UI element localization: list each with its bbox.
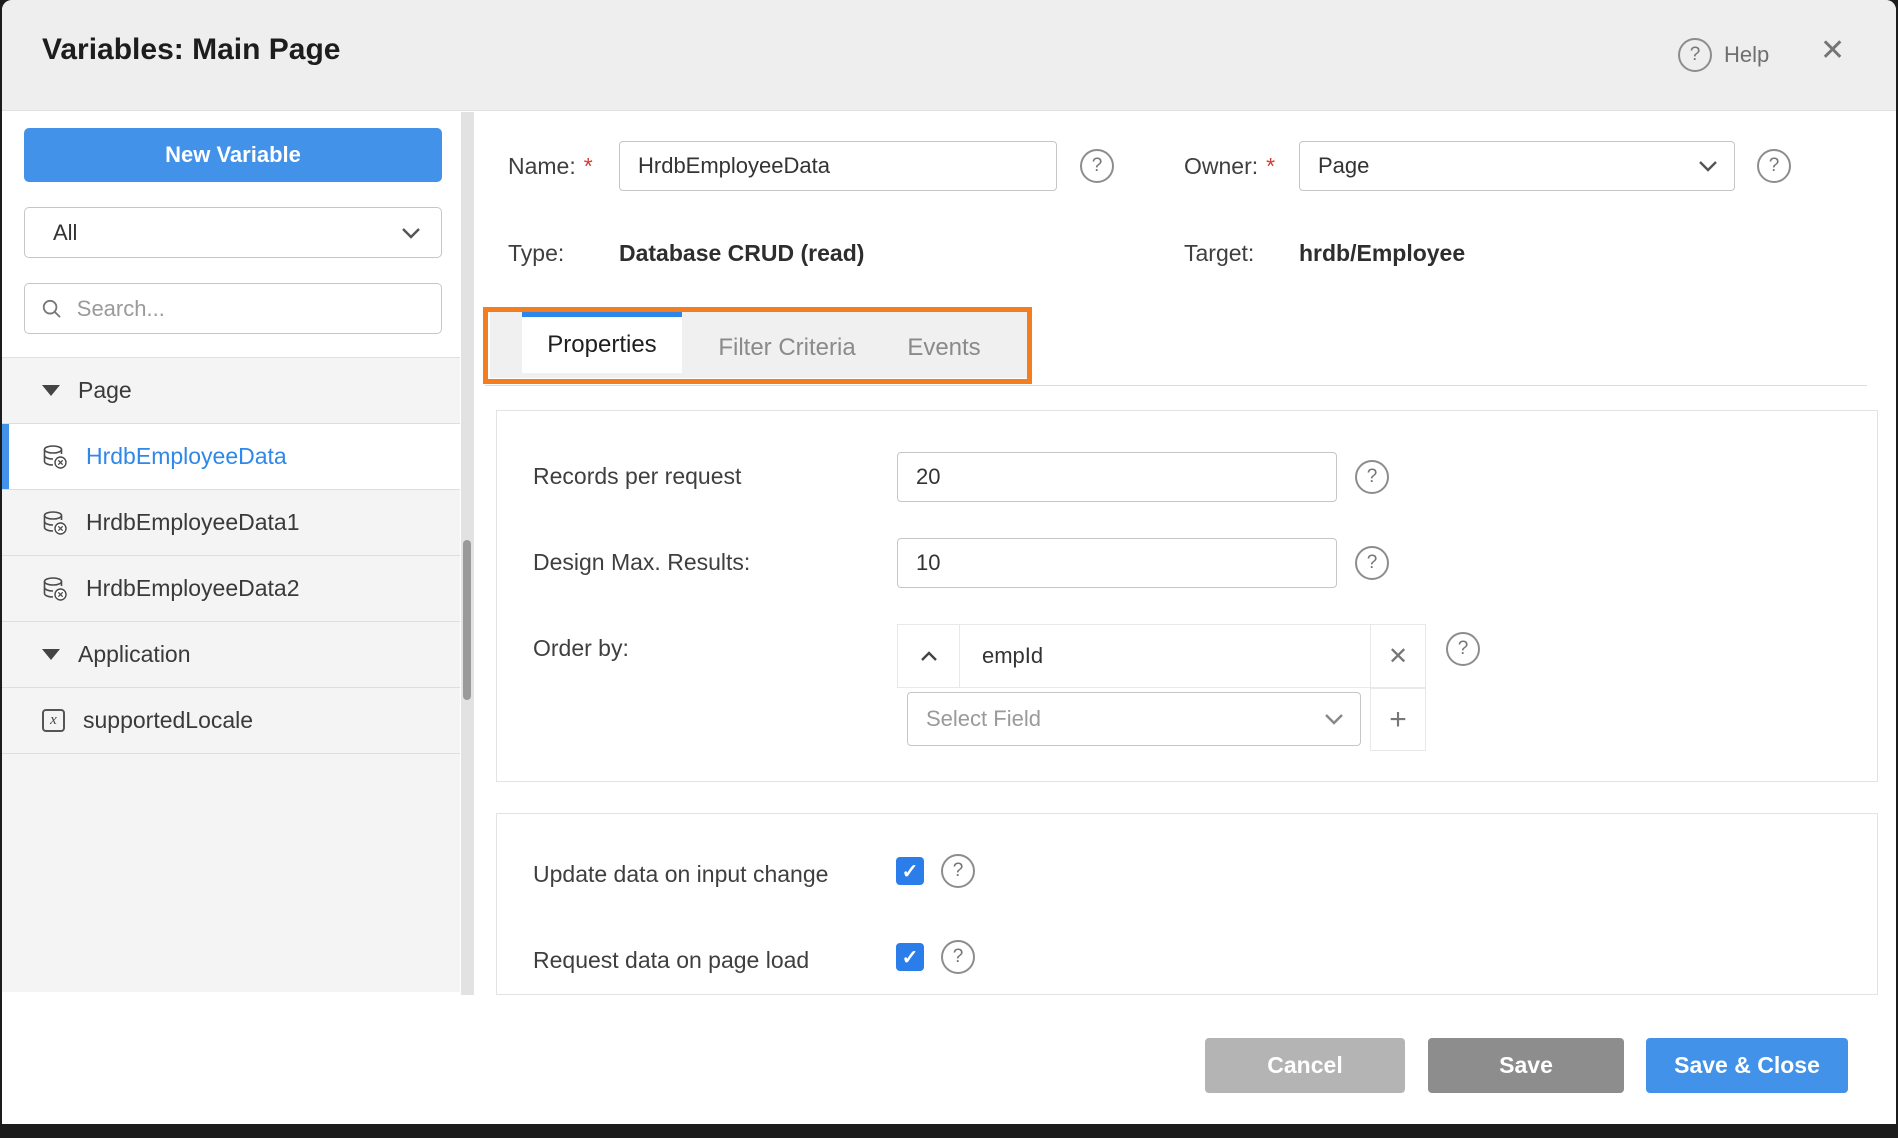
tab-properties[interactable]: Properties bbox=[522, 312, 682, 373]
tab-filter-criteria[interactable]: Filter Criteria bbox=[702, 317, 872, 378]
select-field-placeholder: Select Field bbox=[926, 706, 1041, 732]
type-label: Type: bbox=[508, 240, 564, 267]
cancel-button[interactable]: Cancel bbox=[1205, 1038, 1405, 1093]
sidebar-scrollbar-thumb[interactable] bbox=[463, 540, 471, 700]
add-order-field-button[interactable]: + bbox=[1370, 688, 1426, 751]
chevron-down-icon bbox=[1698, 160, 1718, 172]
variables-tree: Page HrdbEmployeeData bbox=[2, 357, 460, 992]
owner-help-icon[interactable]: ? bbox=[1757, 149, 1791, 183]
save-and-close-button[interactable]: Save & Close bbox=[1646, 1038, 1848, 1093]
owner-value: Page bbox=[1318, 153, 1369, 179]
tree-group-label: Application bbox=[78, 641, 191, 668]
records-per-request-label: Records per request bbox=[533, 463, 741, 490]
plus-icon: + bbox=[1389, 703, 1407, 737]
sidebar-divider bbox=[461, 112, 474, 995]
tab-bar: Properties Filter Criteria Events bbox=[490, 312, 1027, 378]
tree-group-page[interactable]: Page bbox=[2, 358, 460, 424]
tab-bar-underline bbox=[485, 385, 1867, 386]
request-on-load-checkbox[interactable]: ✓ bbox=[896, 943, 924, 971]
screenshot-root: Variables: Main Page ? Help ✕ New Variab… bbox=[0, 0, 1898, 1138]
select-field-dropdown[interactable]: Select Field bbox=[907, 692, 1361, 746]
order-by-label: Order by: bbox=[533, 635, 629, 662]
close-icon[interactable]: ✕ bbox=[1820, 36, 1845, 66]
tree-item-label: HrdbEmployeeData bbox=[86, 443, 287, 470]
tree-empty-area bbox=[2, 754, 460, 992]
help-button[interactable]: ? Help bbox=[1678, 38, 1769, 72]
order-field-value[interactable]: empId bbox=[959, 624, 1371, 688]
tree-group-label: Page bbox=[78, 377, 132, 404]
remove-order-field-button[interactable]: ✕ bbox=[1370, 624, 1426, 688]
records-help-icon[interactable]: ? bbox=[1355, 460, 1389, 494]
tree-item-label: supportedLocale bbox=[83, 707, 253, 734]
collapse-triangle-icon[interactable] bbox=[42, 385, 60, 396]
properties-panel: Records per request ? Design Max. Result… bbox=[496, 410, 1878, 782]
chevron-down-icon bbox=[401, 227, 421, 239]
order-by-help-icon[interactable]: ? bbox=[1446, 632, 1480, 666]
variable-detail-panel: Name:* ? Owner:* Page ? Type: Database C… bbox=[474, 112, 1896, 995]
target-value: hrdb/Employee bbox=[1299, 240, 1465, 267]
type-value: Database CRUD (read) bbox=[619, 240, 864, 267]
tree-item-hrdbemployeedata2[interactable]: HrdbEmployeeData2 bbox=[2, 556, 460, 622]
save-button[interactable]: Save bbox=[1428, 1038, 1624, 1093]
caret-up-icon bbox=[920, 651, 938, 662]
name-input[interactable] bbox=[619, 141, 1057, 191]
name-label: Name:* bbox=[508, 153, 593, 180]
tree-group-application[interactable]: Application bbox=[2, 622, 460, 688]
design-max-input[interactable] bbox=[897, 538, 1337, 588]
tab-events[interactable]: Events bbox=[894, 317, 994, 378]
tree-item-hrdbemployeedata1[interactable]: HrdbEmployeeData1 bbox=[2, 490, 460, 556]
dialog-header: Variables: Main Page ? Help ✕ bbox=[2, 0, 1896, 111]
variable-icon: x bbox=[42, 709, 65, 732]
chevron-down-icon bbox=[1324, 713, 1344, 725]
variables-dialog: Variables: Main Page ? Help ✕ New Variab… bbox=[2, 0, 1896, 1124]
required-marker: * bbox=[1266, 153, 1275, 179]
help-label[interactable]: Help bbox=[1724, 42, 1769, 68]
update-on-input-checkbox[interactable]: ✓ bbox=[896, 857, 924, 885]
data-options-panel: Update data on input change ✓ ? Request … bbox=[496, 813, 1878, 995]
dialog-footer: Cancel Save Save & Close bbox=[2, 995, 1896, 1124]
check-icon: ✓ bbox=[902, 859, 919, 884]
variables-sidebar: New Variable All Page bbox=[2, 112, 460, 995]
background-page-edge bbox=[0, 1124, 1898, 1138]
new-variable-button[interactable]: New Variable bbox=[24, 128, 442, 182]
remove-icon: ✕ bbox=[1388, 642, 1408, 671]
search-icon bbox=[41, 297, 63, 321]
database-icon bbox=[42, 444, 68, 470]
request-on-load-help-icon[interactable]: ? bbox=[941, 940, 975, 974]
request-on-load-label: Request data on page load bbox=[533, 947, 809, 974]
records-per-request-input[interactable] bbox=[897, 452, 1337, 502]
collapse-triangle-icon[interactable] bbox=[42, 649, 60, 660]
help-question-icon[interactable]: ? bbox=[1678, 38, 1712, 72]
search-field[interactable] bbox=[24, 283, 442, 334]
database-icon bbox=[42, 576, 68, 602]
tree-item-supportedlocale[interactable]: x supportedLocale bbox=[2, 688, 460, 754]
owner-dropdown[interactable]: Page bbox=[1299, 141, 1735, 191]
variable-filter-value: All bbox=[53, 220, 77, 246]
variable-filter-dropdown[interactable]: All bbox=[24, 207, 442, 258]
update-on-input-label: Update data on input change bbox=[533, 861, 828, 888]
tree-item-hrdbemployeedata[interactable]: HrdbEmployeeData bbox=[2, 424, 460, 490]
sort-direction-button[interactable] bbox=[897, 624, 960, 688]
dialog-title: Variables: Main Page bbox=[42, 33, 340, 67]
check-icon: ✓ bbox=[902, 945, 919, 970]
update-on-input-help-icon[interactable]: ? bbox=[941, 854, 975, 888]
owner-label: Owner:* bbox=[1184, 153, 1275, 180]
tree-item-label: HrdbEmployeeData1 bbox=[86, 509, 300, 536]
database-icon bbox=[42, 510, 68, 536]
required-marker: * bbox=[584, 153, 593, 179]
tree-item-label: HrdbEmployeeData2 bbox=[86, 575, 300, 602]
selected-indicator-bar bbox=[2, 424, 9, 489]
design-max-help-icon[interactable]: ? bbox=[1355, 546, 1389, 580]
search-input[interactable] bbox=[77, 296, 425, 322]
design-max-label: Design Max. Results: bbox=[533, 549, 750, 576]
target-label: Target: bbox=[1184, 240, 1254, 267]
name-help-icon[interactable]: ? bbox=[1080, 149, 1114, 183]
